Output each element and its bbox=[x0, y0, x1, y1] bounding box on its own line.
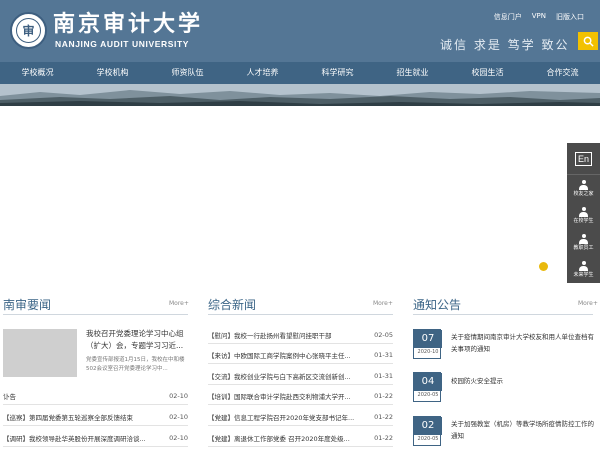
news-item-date: 01-22 bbox=[374, 434, 393, 442]
side-item-students[interactable]: 在校学生 bbox=[567, 202, 600, 229]
news-item[interactable]: 【慰问】我校一行赴扬州看望慰问挂职干部 02-05 bbox=[208, 327, 393, 344]
notice-day: 07 bbox=[414, 330, 442, 348]
general-news-title[interactable]: 综合新闻 bbox=[208, 296, 256, 313]
nav-item-faculty[interactable]: 师资队伍 bbox=[150, 62, 225, 84]
notice-year-month: 2020-05 bbox=[417, 392, 439, 398]
english-icon: En bbox=[574, 151, 592, 166]
news-item[interactable]: 【巡察】第四届党委第五轮巡察全部反馈结束 02-10 bbox=[3, 409, 188, 426]
news-item-date: 02-10 bbox=[169, 434, 188, 442]
side-more-link[interactable]: More+ bbox=[578, 300, 598, 307]
news-item-title: 【培训】国际联合审计学院赴西交利物浦大学开... bbox=[208, 393, 351, 401]
news-item-date: 02-05 bbox=[374, 331, 393, 339]
side-item-label: 在校学生 bbox=[573, 218, 594, 224]
nav-item-departments[interactable]: 学校机构 bbox=[75, 62, 150, 84]
side-item-label: 教职员工 bbox=[573, 245, 594, 251]
notice-date-box: 07 2020-10 bbox=[413, 329, 442, 359]
top-link-portal[interactable]: 信息门户 bbox=[494, 12, 522, 22]
nanshen-news-more-link[interactable]: More+ bbox=[169, 300, 189, 307]
news-item-date: 01-22 bbox=[374, 413, 393, 421]
notice-date-box: 04 2020-05 bbox=[413, 372, 442, 402]
seal-inner: 审 bbox=[16, 18, 41, 43]
banner-image bbox=[0, 84, 600, 106]
notice-title: 关于加强教室（机房）等教学场所疫情防控工作的通知 bbox=[451, 420, 594, 440]
slide-indicator-dot[interactable] bbox=[539, 262, 548, 271]
university-name-cn[interactable]: 南京审计大学 bbox=[53, 12, 203, 36]
news-item-date: 02-10 bbox=[169, 392, 188, 400]
nav-item-admissions[interactable]: 招生就业 bbox=[375, 62, 450, 84]
featured-news-summary: 党委宣传部报道1月15日，我校在中和楼502会议室召开党委理论学习中... bbox=[86, 357, 185, 372]
news-item-date: 01-31 bbox=[374, 351, 393, 359]
side-item-staff[interactable]: 教职员工 bbox=[567, 229, 600, 256]
language-switch-button[interactable]: En bbox=[567, 143, 600, 175]
top-link-old-version[interactable]: 旧版入口 bbox=[556, 12, 584, 22]
side-item-prospective[interactable]: 未来学生 bbox=[567, 256, 600, 283]
side-item-label: 未来学生 bbox=[573, 272, 594, 278]
notice-title: 关于疫情期间南京审计大学校友和用人单位查档有关事项的通知 bbox=[451, 333, 594, 353]
news-item[interactable]: 【培训】国际联合审计学院赴西交利物浦大学开... 01-22 bbox=[208, 388, 393, 405]
notice-day: 02 bbox=[414, 417, 442, 435]
notice-date-box: 02 2020-05 bbox=[413, 416, 442, 446]
news-item-title: 【慰问】我校一行赴扬州看望慰问挂职干部 bbox=[208, 332, 332, 340]
side-item-label: 校友之家 bbox=[573, 191, 594, 197]
top-link-vpn[interactable]: VPN bbox=[532, 12, 546, 22]
general-news-more-link[interactable]: More+ bbox=[373, 300, 393, 307]
side-item-alumni[interactable]: 校友之家 bbox=[567, 175, 600, 202]
person-icon bbox=[579, 180, 588, 190]
news-item[interactable]: 【党建】信息工程学院召开2020年党支部书记年... 01-22 bbox=[208, 409, 393, 426]
news-item-title: 讣告 bbox=[3, 393, 16, 401]
news-item[interactable]: 【党建】离退休工作部党委 召开2020年度处级... 01-22 bbox=[208, 430, 393, 447]
school-motto: 诚信 求是 笃学 致公 bbox=[440, 38, 570, 52]
notice-item[interactable]: 02 2020-05 关于加强教室（机房）等教学场所疫情防控工作的通知 bbox=[413, 416, 594, 448]
news-item[interactable]: 讣告 02-10 bbox=[3, 388, 188, 405]
section-divider bbox=[3, 314, 188, 315]
person-icon bbox=[579, 207, 588, 217]
notice-day: 04 bbox=[414, 373, 442, 391]
news-item-date: 02-10 bbox=[169, 413, 188, 421]
person-icon bbox=[579, 234, 588, 244]
news-item-date: 01-31 bbox=[374, 372, 393, 380]
notices-title[interactable]: 通知公告 bbox=[413, 296, 461, 313]
notice-title: 校园防火安全提示 bbox=[451, 377, 503, 385]
nav-item-about[interactable]: 学校概况 bbox=[0, 62, 75, 84]
search-button[interactable] bbox=[578, 32, 598, 50]
section-divider bbox=[208, 314, 393, 315]
mountain-landscape-image bbox=[0, 84, 600, 106]
notice-year-month: 2020-05 bbox=[417, 436, 439, 442]
side-quick-bar: En 校友之家 在校学生 教职员工 未来学生 bbox=[567, 143, 600, 283]
person-icon bbox=[579, 261, 588, 271]
section-divider bbox=[413, 314, 593, 315]
featured-news-image[interactable] bbox=[3, 329, 77, 377]
nanshen-news-title[interactable]: 南审要闻 bbox=[3, 296, 51, 313]
nav-item-cooperation[interactable]: 合作交流 bbox=[525, 62, 600, 84]
notice-item[interactable]: 07 2020-10 关于疫情期间南京审计大学校友和用人单位查档有关事项的通知 bbox=[413, 329, 594, 361]
news-item-title: 【巡察】第四届党委第五轮巡察全部反馈结束 bbox=[3, 414, 133, 422]
nav-item-campus-life[interactable]: 校园生活 bbox=[450, 62, 525, 84]
nav-item-education[interactable]: 人才培养 bbox=[225, 62, 300, 84]
notice-item[interactable]: 04 2020-05 校园防火安全提示 bbox=[413, 372, 593, 404]
featured-news-title[interactable]: 我校召开党委理论学习中心组（扩大）会，专题学习习近... bbox=[86, 328, 189, 352]
main-nav: 学校概况 学校机构 师资队伍 人才培养 科学研究 招生就业 校园生活 合作交流 bbox=[0, 62, 600, 84]
top-links: 信息门户 VPN 旧版入口 bbox=[494, 12, 584, 22]
news-item-title: 【来访】中欧国际工商学院案例中心张晓平主任... bbox=[208, 352, 351, 360]
news-item[interactable]: 【调研】我校领导赴华英股份开展深度调研洽谈... 02-10 bbox=[3, 430, 188, 447]
news-item-title: 【交流】我校创业学院与白下高新区交流创新创... bbox=[208, 373, 351, 381]
news-item[interactable]: 【来访】中欧国际工商学院案例中心张晓平主任... 01-31 bbox=[208, 347, 393, 364]
site-header: 审 南京审计大学 NANJING AUDIT UNIVERSITY 信息门户 V… bbox=[0, 0, 600, 62]
nav-item-research[interactable]: 科学研究 bbox=[300, 62, 375, 84]
university-name-en: NANJING AUDIT UNIVERSITY bbox=[55, 39, 190, 49]
search-icon bbox=[583, 36, 594, 47]
news-item-title: 【党建】信息工程学院召开2020年党支部书记年... bbox=[208, 414, 355, 422]
notice-year-month: 2020-10 bbox=[417, 349, 439, 355]
news-item[interactable]: 【交流】我校创业学院与白下高新区交流创新创... 01-31 bbox=[208, 368, 393, 385]
news-item-title: 【党建】离退休工作部党委 召开2020年度处级... bbox=[208, 435, 350, 443]
university-seal-logo[interactable]: 审 bbox=[10, 12, 47, 49]
hero-slideshow bbox=[0, 106, 600, 286]
news-item-date: 01-22 bbox=[374, 392, 393, 400]
news-item-title: 【调研】我校领导赴华英股份开展深度调研洽谈... bbox=[3, 435, 146, 443]
